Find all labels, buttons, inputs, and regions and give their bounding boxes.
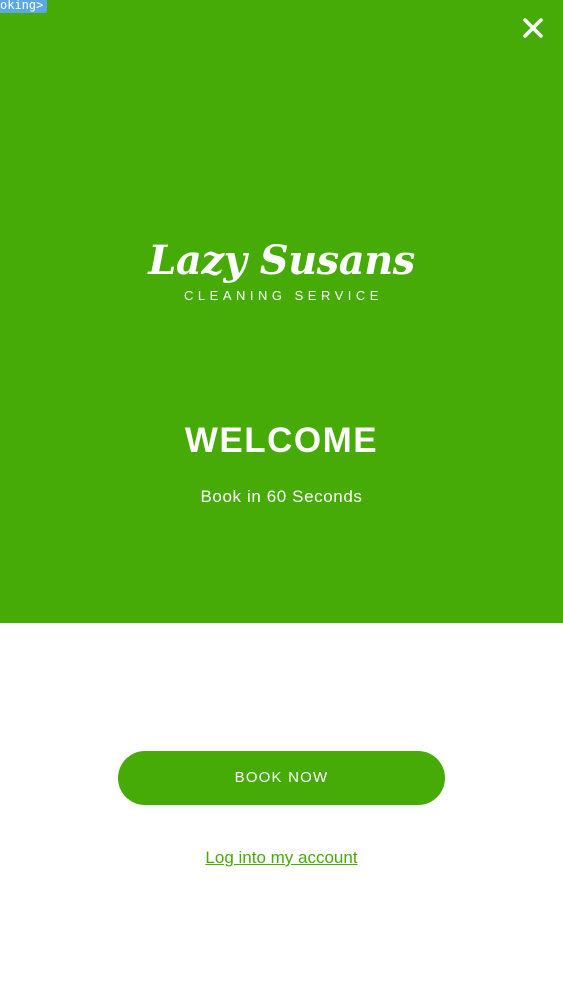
brand-logo: Lazy Susans CLEANING SERVICE: [0, 238, 563, 304]
page: oking> Lazy Susans CLEANING SERVICE WELC…: [0, 0, 563, 1000]
hero-panel: oking> Lazy Susans CLEANING SERVICE WELC…: [0, 0, 563, 623]
welcome-subtitle: Book in 60 Seconds: [200, 487, 363, 506]
close-button[interactable]: [521, 16, 545, 40]
logo-tagline: CLEANING SERVICE: [184, 288, 383, 303]
welcome-heading: WELCOME: [184, 421, 379, 460]
close-icon: [523, 18, 543, 38]
book-now-button[interactable]: BOOK NOW: [118, 751, 445, 805]
logo-wordmark: Lazy Susans: [148, 237, 415, 284]
login-link[interactable]: Log into my account: [0, 847, 563, 869]
debug-tag: oking>: [0, 0, 48, 13]
